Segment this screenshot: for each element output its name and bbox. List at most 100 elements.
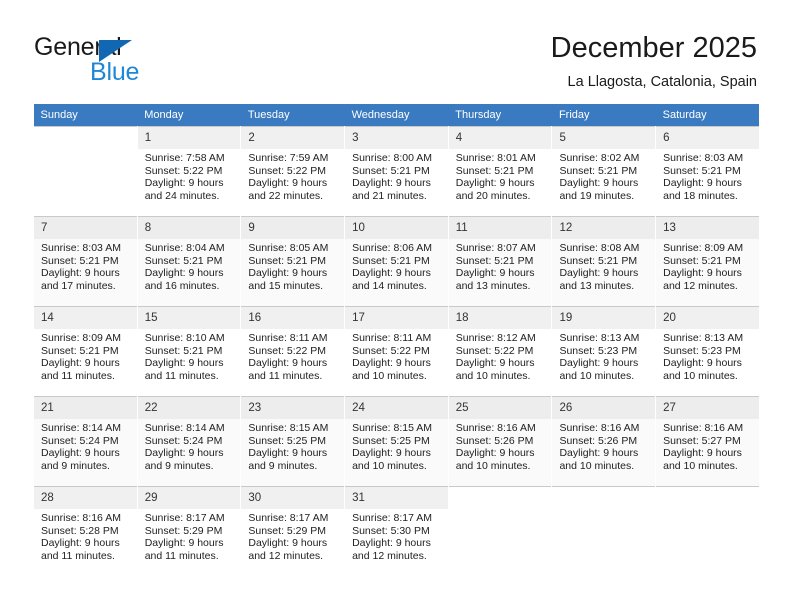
day-info-sunset: Sunset: 5:29 PM — [144, 524, 223, 537]
day-number: 6 — [656, 127, 759, 149]
day-info: Sunrise: 8:15 AM Sunset: 5:25 PM Daylight:… — [241, 419, 344, 472]
day-info: Sunrise: 8:08 AM Sunset: 5:21 PM Daylight:… — [552, 239, 655, 292]
day-info: Sunrise: 8:10 AM Sunset: 5:21 PM Daylight:… — [138, 329, 241, 382]
day-info-daylight-line1: Daylight: 9 hours — [41, 447, 120, 460]
day-info-daylight-line1: Daylight: 9 hours — [663, 267, 742, 280]
calendar-day-cell[interactable]: 28 Sunrise: 8:16 AM Sunset: 5:28 PM Dayligh… — [33, 486, 138, 576]
day-info-daylight-line2: and 12 minutes. — [352, 549, 427, 562]
day-info-daylight-line2: and 12 minutes. — [248, 549, 324, 562]
day-info-sunrise: Sunrise: 8:04 AM — [144, 242, 225, 254]
calendar-day-cell[interactable]: 15 Sunrise: 8:10 AM Sunset: 5:21 PM Dayligh… — [136, 306, 242, 397]
day-info-sunrise: Sunrise: 7:59 AM — [248, 152, 329, 164]
day-info-daylight-line2: and 11 minutes. — [41, 369, 115, 382]
calendar-day-cell[interactable]: 13 Sunrise: 8:09 AM Sunset: 5:21 PM Dayligh… — [655, 216, 760, 307]
day-number: 24 — [345, 397, 448, 419]
calendar-day-cell[interactable]: 14 Sunrise: 8:09 AM Sunset: 5:21 PM Dayligh… — [33, 306, 138, 397]
day-info-sunset: Sunset: 5:24 PM — [41, 434, 119, 447]
day-info-sunrise: Sunrise: 8:02 AM — [559, 152, 640, 164]
day-info: Sunrise: 8:15 AM Sunset: 5:25 PM Daylight:… — [345, 419, 448, 472]
day-info-sunset: Sunset: 5:22 PM — [248, 344, 327, 357]
day-info-sunset: Sunset: 5:23 PM — [559, 344, 638, 357]
calendar-day-cell[interactable]: 2 Sunrise: 7:59 AM Sunset: 5:22 PM Daylight… — [240, 126, 346, 217]
calendar-day-cell[interactable]: 21 Sunrise: 8:14 AM Sunset: 5:24 PM Dayligh… — [33, 396, 138, 487]
day-info: Sunrise: 8:04 AM Sunset: 5:21 PM Daylight:… — [138, 239, 241, 292]
day-info-daylight-line1: Daylight: 9 hours — [352, 357, 431, 370]
day-number: 1 — [137, 127, 241, 149]
calendar-day-cell[interactable]: 23 Sunrise: 8:15 AM Sunset: 5:25 PM Dayligh… — [240, 396, 346, 487]
day-number: 26 — [552, 397, 656, 419]
day-info: Sunrise: 8:01 AM Sunset: 5:21 PM Daylight:… — [449, 149, 552, 202]
day-info-daylight-line2: and 11 minutes. — [248, 369, 323, 382]
day-number: 13 — [656, 217, 759, 239]
day-info-sunrise: Sunrise: 8:12 AM — [455, 332, 536, 344]
calendar-day-cell[interactable]: 4 Sunrise: 8:01 AM Sunset: 5:21 PM Daylight… — [447, 126, 553, 217]
day-info-daylight-line2: and 10 minutes. — [455, 459, 531, 472]
calendar-day-cell[interactable]: 19 Sunrise: 8:13 AM Sunset: 5:23 PM Dayligh… — [551, 306, 657, 397]
day-info-sunrise: Sunrise: 8:17 AM — [248, 512, 329, 524]
day-info-sunset: Sunset: 5:25 PM — [248, 434, 327, 447]
day-number: 27 — [656, 397, 759, 419]
calendar-day-cell[interactable]: 26 Sunrise: 8:16 AM Sunset: 5:26 PM Dayligh… — [551, 396, 657, 487]
day-info-daylight-line1: Daylight: 9 hours — [144, 267, 224, 280]
day-info-sunset: Sunset: 5:23 PM — [663, 344, 741, 357]
day-info: Sunrise: 8:17 AM Sunset: 5:30 PM Daylight:… — [345, 509, 448, 562]
calendar-day-cell[interactable]: 30 Sunrise: 8:17 AM Sunset: 5:29 PM Dayligh… — [240, 486, 346, 576]
calendar-day-cell[interactable]: 20 Sunrise: 8:13 AM Sunset: 5:23 PM Dayligh… — [655, 306, 760, 397]
calendar-day-cell[interactable]: 22 Sunrise: 8:14 AM Sunset: 5:24 PM Dayligh… — [136, 396, 242, 487]
day-info-daylight-line2: and 17 minutes. — [41, 279, 116, 292]
day-info-daylight-line1: Daylight: 9 hours — [559, 177, 639, 190]
calendar-day-cell[interactable]: 12 Sunrise: 8:08 AM Sunset: 5:21 PM Dayligh… — [551, 216, 657, 307]
calendar-day-cell-empty — [33, 126, 138, 217]
calendar-day-cell[interactable]: 11 Sunrise: 8:07 AM Sunset: 5:21 PM Dayligh… — [447, 216, 553, 307]
calendar-day-cell[interactable]: 16 Sunrise: 8:11 AM Sunset: 5:22 PM Dayligh… — [240, 306, 346, 397]
day-number: 28 — [34, 487, 137, 509]
day-info-sunset: Sunset: 5:29 PM — [248, 524, 327, 537]
day-number: 14 — [34, 307, 137, 329]
calendar-day-cell[interactable]: 29 Sunrise: 8:17 AM Sunset: 5:29 PM Dayligh… — [136, 486, 242, 576]
day-info-sunrise: Sunrise: 8:16 AM — [455, 422, 536, 434]
day-info-daylight-line1: Daylight: 9 hours — [559, 447, 639, 460]
day-info: Sunrise: 8:05 AM Sunset: 5:21 PM Daylight:… — [241, 239, 344, 292]
calendar-day-cell[interactable]: 18 Sunrise: 8:12 AM Sunset: 5:22 PM Dayligh… — [447, 306, 553, 397]
day-info-daylight-line1: Daylight: 9 hours — [663, 357, 742, 370]
day-info-daylight-line1: Daylight: 9 hours — [352, 447, 431, 460]
day-info: Sunrise: 8:16 AM Sunset: 5:26 PM Daylight:… — [449, 419, 552, 472]
brand-logo[interactable]: General Blue — [34, 33, 274, 89]
day-info-sunrise: Sunrise: 8:05 AM — [248, 242, 329, 254]
day-info-daylight-line1: Daylight: 9 hours — [41, 537, 120, 550]
day-info-sunrise: Sunrise: 8:17 AM — [352, 512, 433, 524]
day-info: Sunrise: 8:07 AM Sunset: 5:21 PM Daylight:… — [449, 239, 552, 292]
calendar-day-cell[interactable]: 17 Sunrise: 8:11 AM Sunset: 5:22 PM Dayligh… — [344, 306, 449, 397]
day-info-sunset: Sunset: 5:22 PM — [248, 164, 327, 177]
day-info-sunset: Sunset: 5:21 PM — [352, 254, 430, 267]
calendar-day-cell[interactable]: 3 Sunrise: 8:00 AM Sunset: 5:21 PM Daylight… — [344, 126, 449, 217]
calendar-day-cell[interactable]: 31 Sunrise: 8:17 AM Sunset: 5:30 PM Dayligh… — [344, 486, 449, 576]
calendar-day-cell[interactable]: 25 Sunrise: 8:16 AM Sunset: 5:26 PM Dayligh… — [447, 396, 553, 487]
calendar-day-cell-empty — [447, 486, 553, 576]
day-info-sunset: Sunset: 5:21 PM — [41, 254, 119, 267]
calendar-day-cell[interactable]: 10 Sunrise: 8:06 AM Sunset: 5:21 PM Dayligh… — [344, 216, 449, 307]
day-info-daylight-line2: and 24 minutes. — [144, 189, 220, 202]
day-info-daylight-line2: and 11 minutes. — [41, 549, 115, 562]
day-info-sunrise: Sunrise: 8:14 AM — [144, 422, 225, 434]
day-info-sunrise: Sunrise: 8:13 AM — [663, 332, 744, 344]
day-info-sunrise: Sunrise: 8:15 AM — [248, 422, 329, 434]
day-number: 20 — [656, 307, 759, 329]
calendar-day-cell[interactable]: 9 Sunrise: 8:05 AM Sunset: 5:21 PM Daylight… — [240, 216, 346, 307]
calendar-day-cell[interactable]: 1 Sunrise: 7:58 AM Sunset: 5:22 PM Daylight… — [136, 126, 242, 217]
calendar-day-cell[interactable]: 27 Sunrise: 8:16 AM Sunset: 5:27 PM Dayligh… — [655, 396, 760, 487]
calendar-week-row: 28 Sunrise: 8:16 AM Sunset: 5:28 PM Dayligh… — [33, 486, 760, 576]
calendar-day-cell[interactable]: 7 Sunrise: 8:03 AM Sunset: 5:21 PM Daylight… — [33, 216, 138, 307]
day-info-daylight-line2: and 10 minutes. — [352, 459, 427, 472]
calendar-day-cell[interactable]: 24 Sunrise: 8:15 AM Sunset: 5:25 PM Dayligh… — [344, 396, 449, 487]
calendar-week-row: 14 Sunrise: 8:09 AM Sunset: 5:21 PM Dayligh… — [33, 306, 760, 397]
day-info-daylight-line1: Daylight: 9 hours — [144, 357, 224, 370]
day-info: Sunrise: 8:03 AM Sunset: 5:21 PM Daylight:… — [34, 239, 137, 292]
day-info-daylight-line1: Daylight: 9 hours — [455, 447, 535, 460]
day-info-daylight-line2: and 10 minutes. — [663, 459, 738, 472]
calendar-day-cell[interactable]: 5 Sunrise: 8:02 AM Sunset: 5:21 PM Daylight… — [551, 126, 657, 217]
calendar-day-cell[interactable]: 6 Sunrise: 8:03 AM Sunset: 5:21 PM Daylight… — [655, 126, 760, 217]
day-info-sunset: Sunset: 5:21 PM — [455, 164, 534, 177]
calendar-day-cell[interactable]: 8 Sunrise: 8:04 AM Sunset: 5:21 PM Daylight… — [136, 216, 242, 307]
weekday-header-thursday: Thursday — [448, 104, 552, 127]
